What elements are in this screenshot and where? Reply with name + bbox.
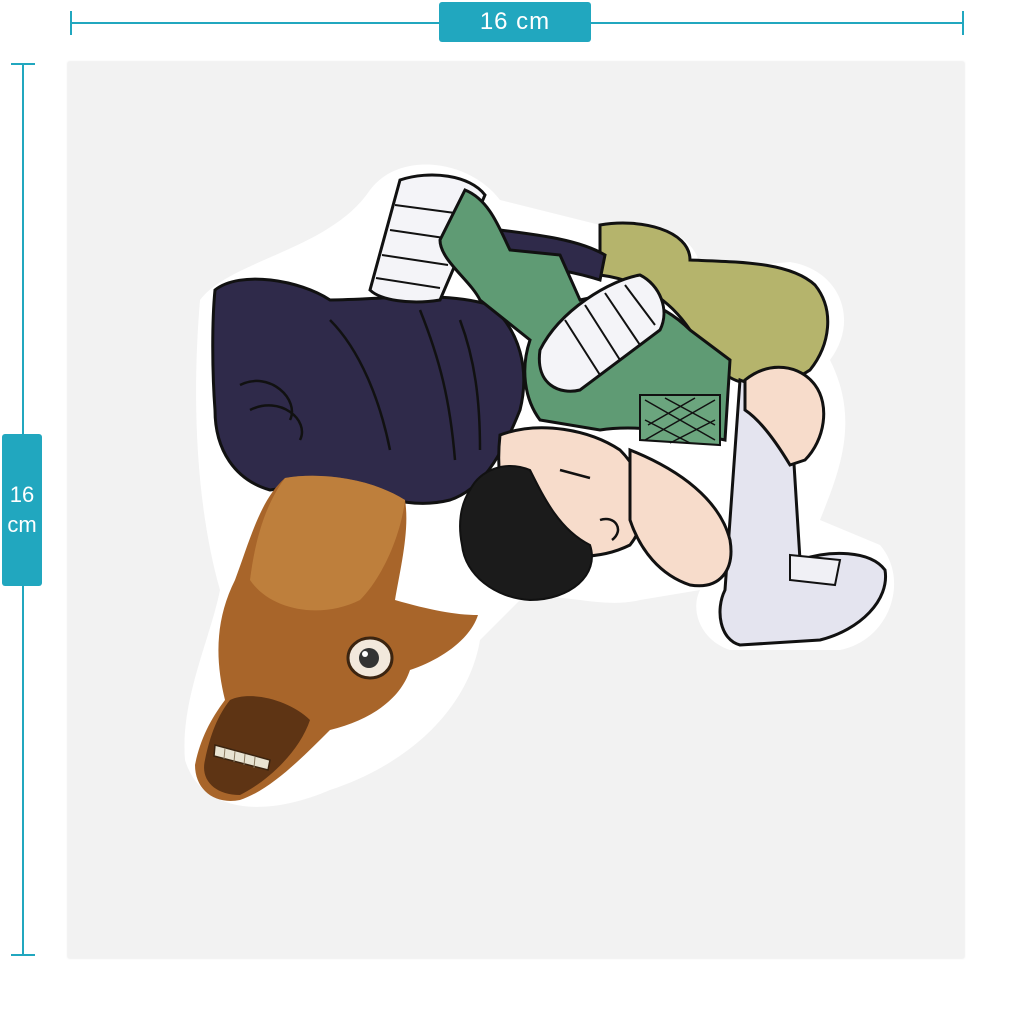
height-label: 16 cm xyxy=(2,434,42,586)
width-ruler-end-tick xyxy=(962,11,964,35)
width-ruler-start-tick xyxy=(70,11,72,35)
width-label: 16 cm xyxy=(439,2,591,42)
sticker-illustration xyxy=(184,164,895,807)
height-label-value: 16 xyxy=(9,482,35,507)
height-label-unit: cm xyxy=(7,512,37,537)
sticker-sheet xyxy=(68,62,964,958)
height-ruler-end-tick xyxy=(11,954,35,956)
height-ruler-start-tick xyxy=(11,63,35,65)
